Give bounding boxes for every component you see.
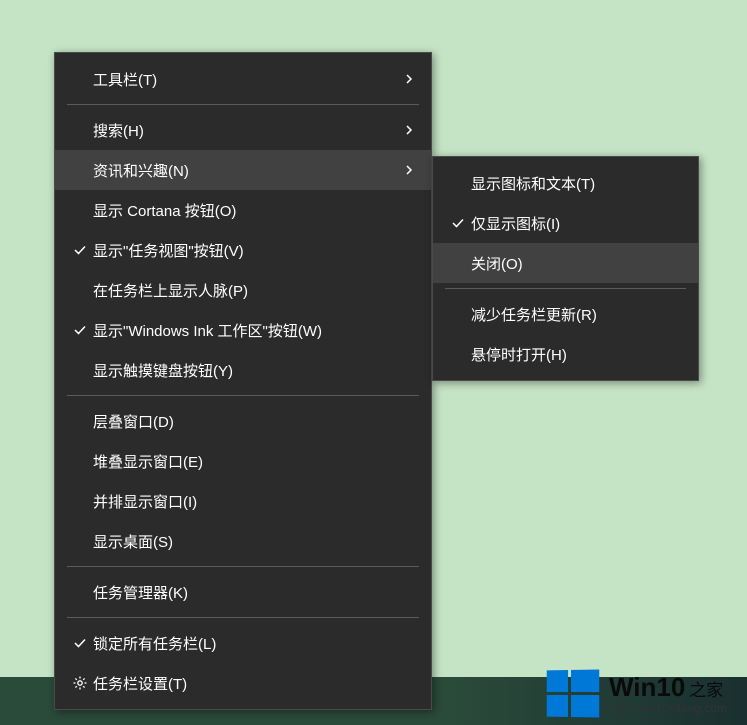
menu-item-task-view[interactable]: 显示"任务视图"按钮(V) xyxy=(55,230,431,270)
menu-label: 并排显示窗口(I) xyxy=(93,491,419,512)
taskbar-context-menu: 工具栏(T) 搜索(H) 资讯和兴趣(N) 显示 Cortana 按钮(O) 显… xyxy=(54,52,432,710)
check-icon xyxy=(67,636,93,650)
menu-item-news-interests[interactable]: 资讯和兴趣(N) xyxy=(55,150,431,190)
submenu-item-close[interactable]: 关闭(O) xyxy=(433,243,698,283)
separator xyxy=(67,395,419,396)
separator xyxy=(67,566,419,567)
windows-logo-icon xyxy=(547,670,600,718)
menu-item-touch-keyboard[interactable]: 显示触摸键盘按钮(Y) xyxy=(55,350,431,390)
chevron-right-icon xyxy=(399,74,419,84)
menu-item-show-people[interactable]: 在任务栏上显示人脉(P) xyxy=(55,270,431,310)
menu-label: 显示"任务视图"按钮(V) xyxy=(93,240,419,261)
news-interests-submenu: 显示图标和文本(T) 仅显示图标(I) 关闭(O) 减少任务栏更新(R) 悬停时… xyxy=(432,156,699,381)
menu-item-search[interactable]: 搜索(H) xyxy=(55,110,431,150)
menu-item-side-by-side[interactable]: 并排显示窗口(I) xyxy=(55,481,431,521)
menu-item-windows-ink[interactable]: 显示"Windows Ink 工作区"按钮(W) xyxy=(55,310,431,350)
submenu-item-reduce-updates[interactable]: 减少任务栏更新(R) xyxy=(433,294,698,334)
menu-label: 显示"Windows Ink 工作区"按钮(W) xyxy=(93,320,419,341)
separator xyxy=(445,288,686,289)
check-icon xyxy=(67,243,93,257)
watermark-suffix: 之家 xyxy=(689,676,723,701)
menu-item-stack-windows[interactable]: 堆叠显示窗口(E) xyxy=(55,441,431,481)
menu-label: 显示 Cortana 按钮(O) xyxy=(93,200,419,221)
menu-item-lock-taskbar[interactable]: 锁定所有任务栏(L) xyxy=(55,623,431,663)
gear-icon xyxy=(67,675,93,691)
menu-item-task-manager[interactable]: 任务管理器(K) xyxy=(55,572,431,612)
menu-label: 显示图标和文本(T) xyxy=(471,173,686,194)
menu-label: 层叠窗口(D) xyxy=(93,411,419,432)
menu-item-toolbars[interactable]: 工具栏(T) xyxy=(55,59,431,99)
menu-label: 减少任务栏更新(R) xyxy=(471,304,686,325)
menu-label: 显示桌面(S) xyxy=(93,531,419,552)
submenu-item-open-on-hover[interactable]: 悬停时打开(H) xyxy=(433,334,698,374)
menu-label: 搜索(H) xyxy=(93,120,399,141)
menu-label: 显示触摸键盘按钮(Y) xyxy=(93,360,419,381)
menu-label: 锁定所有任务栏(L) xyxy=(93,633,419,654)
menu-item-show-desktop[interactable]: 显示桌面(S) xyxy=(55,521,431,561)
menu-label: 关闭(O) xyxy=(471,253,686,274)
watermark-text: Win10 之家 www.win10xitong.com xyxy=(609,672,727,715)
chevron-right-icon xyxy=(399,165,419,175)
check-icon xyxy=(67,323,93,337)
menu-item-taskbar-settings[interactable]: 任务栏设置(T) xyxy=(55,663,431,703)
submenu-item-icon-only[interactable]: 仅显示图标(I) xyxy=(433,203,698,243)
watermark-brand: Win10 xyxy=(609,672,685,703)
menu-item-cascade-windows[interactable]: 层叠窗口(D) xyxy=(55,401,431,441)
menu-label: 任务栏设置(T) xyxy=(93,673,419,694)
menu-label: 在任务栏上显示人脉(P) xyxy=(93,280,419,301)
menu-label: 仅显示图标(I) xyxy=(471,213,686,234)
watermark-url: www.win10xitong.com xyxy=(609,701,727,715)
separator xyxy=(67,104,419,105)
check-icon xyxy=(445,216,471,230)
separator xyxy=(67,617,419,618)
menu-label: 任务管理器(K) xyxy=(93,582,419,603)
menu-label: 堆叠显示窗口(E) xyxy=(93,451,419,472)
menu-item-show-cortana[interactable]: 显示 Cortana 按钮(O) xyxy=(55,190,431,230)
submenu-item-icon-text[interactable]: 显示图标和文本(T) xyxy=(433,163,698,203)
menu-label: 悬停时打开(H) xyxy=(471,344,686,365)
chevron-right-icon xyxy=(399,125,419,135)
menu-label: 资讯和兴趣(N) xyxy=(93,160,399,181)
watermark: Win10 之家 www.win10xitong.com xyxy=(546,670,727,717)
menu-label: 工具栏(T) xyxy=(93,69,399,90)
